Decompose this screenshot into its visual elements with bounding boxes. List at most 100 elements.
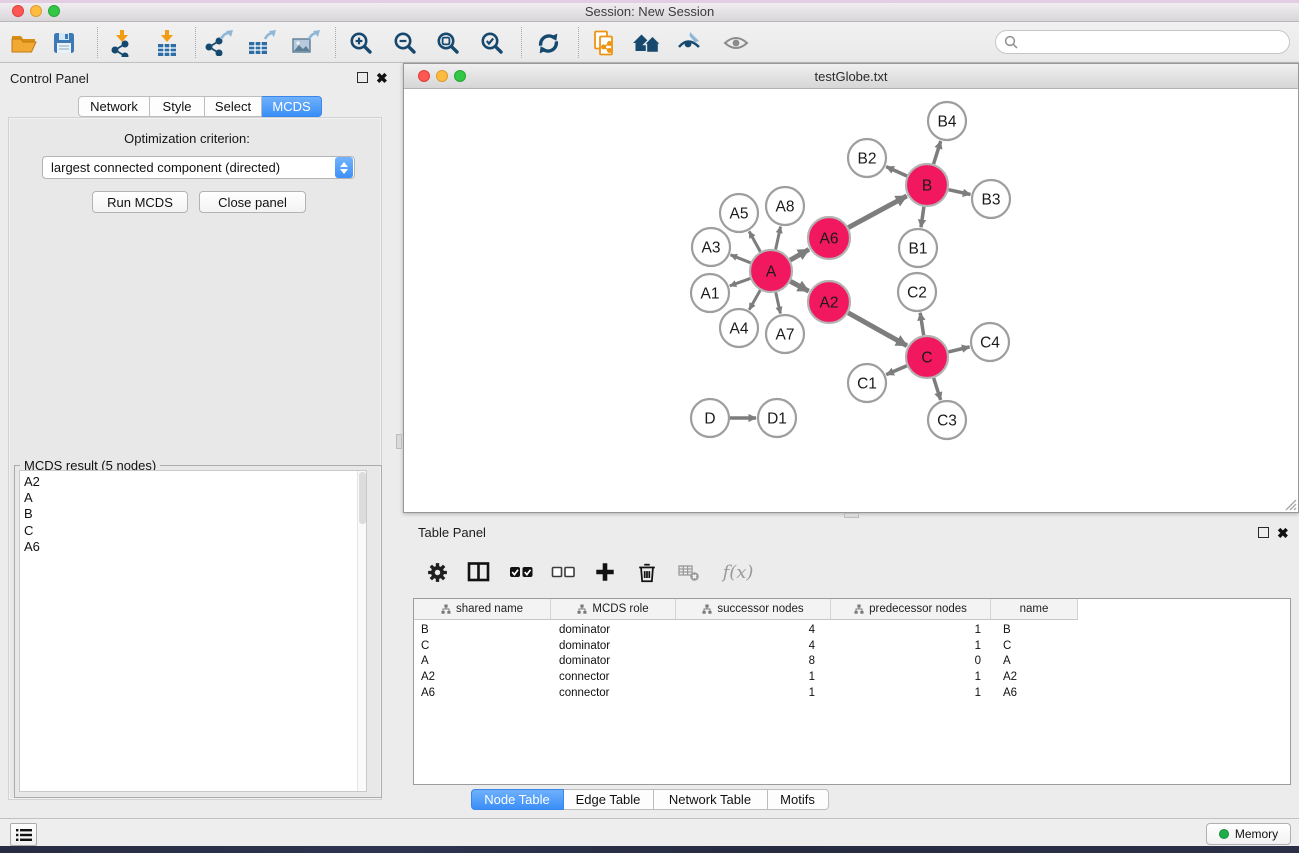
zoom-selected-button[interactable] [474,26,510,60]
tab-style[interactable]: Style [150,96,205,117]
graph-edge-B-B4[interactable] [934,141,941,164]
select-all-rows-button[interactable] [507,558,535,586]
graph-node-A8[interactable]: A8 [766,187,804,225]
mcds-result-item-c[interactable]: C [24,523,366,539]
graph-edge-C-C2[interactable] [920,313,923,336]
save-session-button[interactable] [46,26,82,60]
run-mcds-button[interactable]: Run MCDS [92,191,188,213]
graph-edge-A-A4[interactable] [749,290,760,310]
graph-edge-A-A5[interactable] [749,231,760,251]
column-header-name[interactable]: name [991,599,1078,620]
column-header-predecessor-nodes[interactable]: predecessor nodes [831,599,991,620]
mcds-result-list[interactable]: A2ABCA6 [19,470,367,792]
control-panel-close-button[interactable]: ✖ [376,73,388,84]
graph-node-B[interactable]: B [906,164,948,206]
memory-button[interactable]: Memory [1206,823,1291,845]
graph-node-B2[interactable]: B2 [848,139,886,177]
open-session-button[interactable] [6,26,42,60]
open-network-from-file-button[interactable] [587,26,623,60]
add-column-button[interactable] [591,558,619,586]
graph-node-B4[interactable]: B4 [928,102,966,140]
column-header-successor-nodes[interactable]: successor nodes [676,599,831,620]
graph-edge-C-C3[interactable] [934,378,941,400]
graph-edge-A-A1[interactable] [730,278,751,285]
mcds-result-item-b[interactable]: B [24,506,366,522]
graph-edge-B-B2[interactable] [886,167,907,176]
tab-mcds[interactable]: MCDS [262,96,322,117]
graph-edge-A6-B[interactable] [848,196,906,228]
zoom-in-button[interactable] [343,26,379,60]
graph-node-A2[interactable]: A2 [808,281,850,323]
graph-edge-A-A8[interactable] [776,227,781,250]
tab-network[interactable]: Network [78,96,150,117]
zoom-fit-button[interactable] [430,26,466,60]
table-options-button[interactable] [423,558,451,586]
graph-node-A5[interactable]: A5 [720,194,758,232]
graph-edge-C-C4[interactable] [948,347,969,352]
column-header-shared-name[interactable]: shared name [414,599,551,620]
graph-edge-A-A7[interactable] [776,292,781,313]
column-visibility-button[interactable] [465,558,493,586]
export-image-button[interactable] [288,26,324,60]
optimization-criterion-select[interactable]: largest connected component (directed) [42,156,355,179]
table-panel-float-button[interactable] [1258,527,1269,538]
resize-grip-icon[interactable] [1283,497,1297,511]
graph-edge-A-A3[interactable] [730,255,750,263]
graph-node-A7[interactable]: A7 [766,315,804,353]
graph-node-C[interactable]: C [906,336,948,378]
table-row-c[interactable]: Cdominator41C [414,638,1290,654]
graph-edge-B-B3[interactable] [948,190,970,195]
graph-node-A3[interactable]: A3 [692,228,730,266]
table-row-a[interactable]: Adominator80A [414,654,1290,670]
graph-node-C3[interactable]: C3 [928,401,966,439]
export-network-button[interactable] [201,26,237,60]
toggle-visibility-button[interactable] [718,26,754,60]
graph-edge-B-B1[interactable] [921,207,924,227]
mcds-list-scrollbar[interactable] [357,471,366,791]
graph-node-D1[interactable]: D1 [758,399,796,437]
delete-column-button[interactable] [633,558,661,586]
search-input[interactable] [1023,33,1289,51]
import-table-button[interactable] [149,26,185,60]
graph-node-C1[interactable]: C1 [848,364,886,402]
graph-edge-A-A2[interactable] [790,281,808,291]
table-row-b[interactable]: Bdominator41B [414,622,1290,638]
export-table-button[interactable] [244,26,280,60]
tab-select[interactable]: Select [205,96,262,117]
graph-node-B1[interactable]: B1 [899,229,937,267]
table-row-a2[interactable]: A2connector11A2 [414,669,1290,685]
tab-edge-table[interactable]: Edge Table [564,789,654,810]
apply-layout-button[interactable] [530,26,566,60]
mcds-result-item-a[interactable]: A [24,490,366,506]
zoom-out-button[interactable] [387,26,423,60]
deselect-all-rows-button[interactable] [549,558,577,586]
control-panel-float-button[interactable] [357,72,368,83]
graph-node-A6[interactable]: A6 [808,217,850,259]
graph-edge-A-A6[interactable] [790,249,809,260]
mcds-result-item-a2[interactable]: A2 [24,474,366,490]
graph-node-A1[interactable]: A1 [691,274,729,312]
graph-node-B3[interactable]: B3 [972,180,1010,218]
graph-node-C2[interactable]: C2 [898,273,936,311]
mcds-result-item-a6[interactable]: A6 [24,539,366,555]
tab-motifs[interactable]: Motifs [768,789,829,810]
graph-node-C4[interactable]: C4 [971,323,1009,361]
horizontal-split-handle[interactable] [844,513,859,518]
import-network-button[interactable] [104,26,140,60]
table-panel-close-button[interactable]: ✖ [1277,528,1289,539]
close-panel-button[interactable]: Close panel [199,191,306,213]
graph-node-A4[interactable]: A4 [720,309,758,347]
graph-edge-A2-C[interactable] [848,313,907,346]
show-graphics-details-button[interactable] [672,26,708,60]
graph-node-D[interactable]: D [691,399,729,437]
tab-network-table[interactable]: Network Table [654,789,768,810]
column-header-mcds-role[interactable]: MCDS role [551,599,676,620]
task-history-button[interactable] [10,823,37,846]
network-canvas[interactable]: B4 B2 B B3 A8A5 A6 A3 B1 A C2 A1 A2 A4A7 C4 C C1 C3 D D1 [404,89,1298,512]
table-row-a6[interactable]: A6connector11A6 [414,685,1290,701]
graph-edge-C-C1[interactable] [886,366,907,375]
home-button[interactable] [629,26,665,60]
vertical-split-handle[interactable] [396,434,402,449]
tab-node-table[interactable]: Node Table [471,789,564,810]
graph-node-A[interactable]: A [750,250,792,292]
